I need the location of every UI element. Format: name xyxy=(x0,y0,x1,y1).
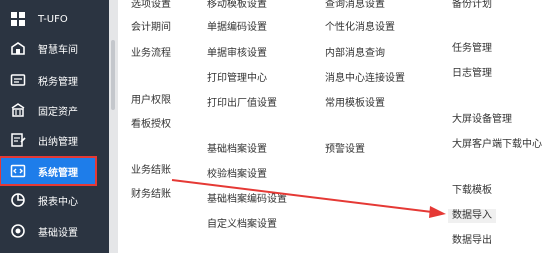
sidebar: T-UFO 智慧车间 税务管理 固定资产 出纳管理 系统管理 报表中心 基础设置 xyxy=(0,0,109,253)
menu-option-settings[interactable]: 选项设置 xyxy=(131,0,171,11)
menu-data-import[interactable]: 数据导入 xyxy=(448,209,496,223)
menu-log-management[interactable]: 日志管理 xyxy=(452,68,492,80)
cashier-edit-icon xyxy=(8,130,28,150)
menu-task-management[interactable]: 任务管理 xyxy=(452,43,492,55)
sidebar-item-label: 出纳管理 xyxy=(38,136,78,148)
scrollbar-thumb[interactable] xyxy=(111,40,115,110)
menu-personal-message-settings[interactable]: 个性化消息设置 xyxy=(325,22,395,34)
sidebar-item-basic-settings[interactable]: 基础设置 xyxy=(0,218,109,244)
menu-download-template[interactable]: 下载模板 xyxy=(452,185,492,197)
sidebar-item-smart-workshop[interactable]: 智慧车间 xyxy=(0,35,109,61)
tax-invoice-icon xyxy=(8,70,28,90)
sidebar-item-label: 税务管理 xyxy=(38,76,78,88)
menu-internal-message-query[interactable]: 内部消息查询 xyxy=(325,48,385,60)
menu-basic-archive-settings[interactable]: 基础档案设置 xyxy=(207,144,267,156)
factory-icon xyxy=(8,38,28,58)
menu-backup-plan[interactable]: 备份计划 xyxy=(452,0,492,11)
menu-board-authorization[interactable]: 看板授权 xyxy=(131,119,171,131)
sidebar-item-fixed-assets[interactable]: 固定资产 xyxy=(0,97,109,123)
target-icon xyxy=(8,221,28,241)
asset-box-icon xyxy=(8,100,28,120)
sidebar-item-label: 系统管理 xyxy=(38,167,78,179)
menu-big-screen-download[interactable]: 大屏客户端下载中心 xyxy=(452,139,542,151)
menu-data-export[interactable]: 数据导出 xyxy=(452,235,492,247)
menu-document-audit-settings[interactable]: 单据审核设置 xyxy=(207,48,267,60)
menu-accounting-period[interactable]: 会计期间 xyxy=(131,22,171,34)
sidebar-item-label: T-UFO xyxy=(38,13,68,25)
menu-alert-settings[interactable]: 预警设置 xyxy=(325,144,365,156)
menu-big-screen-device[interactable]: 大屏设备管理 xyxy=(452,114,512,126)
code-window-icon xyxy=(8,161,28,181)
menu-common-template-settings[interactable]: 常用模板设置 xyxy=(325,98,385,110)
menu-custom-archive-settings[interactable]: 自定义档案设置 xyxy=(207,219,277,231)
menu-verify-archive-settings[interactable]: 校验档案设置 xyxy=(207,169,267,181)
sidebar-item-label: 报表中心 xyxy=(38,196,78,208)
sidebar-item-t-ufo[interactable]: T-UFO xyxy=(0,6,109,32)
menu-message-center-connection[interactable]: 消息中心连接设置 xyxy=(325,73,405,85)
sidebar-item-label: 固定资产 xyxy=(38,106,78,118)
menu-user-permissions[interactable]: 用户权限 xyxy=(131,95,171,107)
menu-financial-closing[interactable]: 财务结账 xyxy=(131,189,171,201)
scrollbar-track[interactable] xyxy=(109,0,118,253)
menu-business-closing[interactable]: 业务结账 xyxy=(131,165,171,177)
pie-chart-icon xyxy=(8,190,28,210)
menu-print-management-center[interactable]: 打印管理中心 xyxy=(207,73,267,85)
grid-icon xyxy=(8,9,28,29)
sidebar-item-label: 智慧车间 xyxy=(38,44,78,56)
sidebar-item-label: 基础设置 xyxy=(38,227,78,239)
menu-document-code-settings[interactable]: 单据编码设置 xyxy=(207,22,267,34)
menu-business-process[interactable]: 业务流程 xyxy=(131,48,171,60)
sidebar-item-cashier[interactable]: 出纳管理 xyxy=(0,127,109,153)
menu-query-message-settings[interactable]: 查询消息设置 xyxy=(325,0,385,11)
sidebar-item-report-center[interactable]: 报表中心 xyxy=(0,187,109,213)
sidebar-item-system-management[interactable]: 系统管理 xyxy=(0,156,97,186)
menu-print-factory-settings[interactable]: 打印出厂值设置 xyxy=(207,98,277,110)
menu-mobile-template-settings[interactable]: 移动模板设置 xyxy=(207,0,267,11)
menu-archive-code-settings[interactable]: 基础档案编码设置 xyxy=(207,194,287,206)
sidebar-item-tax[interactable]: 税务管理 xyxy=(0,67,109,93)
